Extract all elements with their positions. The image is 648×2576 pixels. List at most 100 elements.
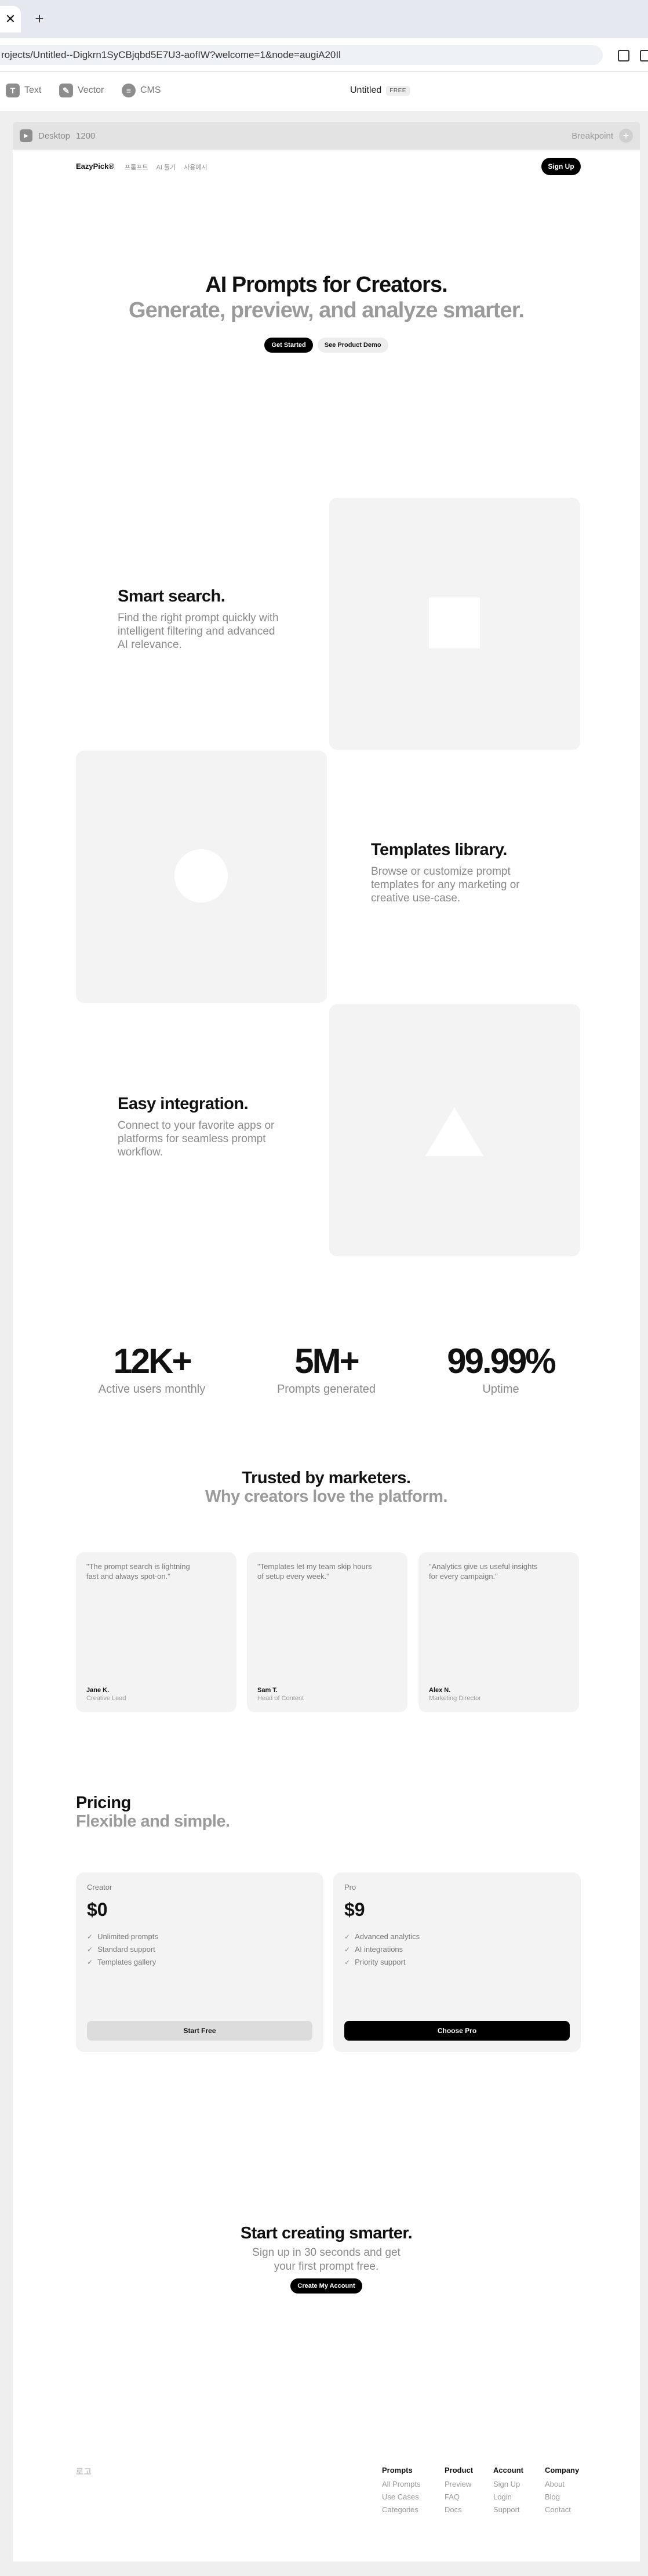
check-icon: ✓: [87, 1945, 93, 1954]
cta-actions: Create My Account: [13, 2278, 640, 2294]
database-icon: ≡: [122, 84, 136, 97]
check-icon: ✓: [344, 1958, 351, 1966]
cms-tool-label: CMS: [140, 85, 161, 95]
pricing-card-pro: Pro $9 ✓ Advanced analytics ✓ AI integrati…: [333, 1872, 581, 2052]
pen-icon: ✎: [59, 84, 73, 97]
check-icon: ✓: [344, 1945, 351, 1954]
testimonial-role: Marketing Director: [429, 1695, 481, 1702]
plan-price: $0: [87, 1899, 108, 1920]
footer-link[interactable]: All Prompts: [382, 2478, 420, 2491]
plan-feature-text: Unlimited prompts: [97, 1932, 158, 1941]
pricing-title: Pricing: [76, 1794, 131, 1812]
create-account-button[interactable]: Create My Account: [290, 2278, 362, 2294]
footer-heading: Account: [493, 2466, 523, 2474]
footer-link[interactable]: Blog: [545, 2491, 579, 2503]
play-preview-icon[interactable]: ▶: [20, 129, 32, 142]
feature-title-templates: Templates library.: [371, 840, 507, 859]
browser-tab-bar: ✕ +: [0, 0, 648, 38]
browser-address-bar: rojects/Untitled--Digkrn1SyCBjqbd5E7U3-a…: [0, 38, 648, 72]
add-breakpoint-button[interactable]: +: [619, 129, 633, 143]
stat-uptime: 99.99% Uptime: [414, 1341, 588, 1396]
design-canvas[interactable]: ▶ Desktop 1200 Breakpoint + EazyPick® 프롬…: [0, 111, 648, 2576]
plan-feature-text: Priority support: [355, 1958, 406, 1966]
pricing-card-creator: Creator $0 ✓ Unlimited prompts ✓ Standard …: [76, 1872, 323, 2052]
cta-description-text: Sign up in 30 seconds and get your first…: [252, 2247, 401, 2273]
frame-header: ▶ Desktop 1200 Breakpoint +: [13, 122, 640, 150]
url-field[interactable]: rojects/Untitled--Digkrn1SyCBjqbd5E7U3-a…: [0, 45, 603, 65]
feature-desc-search: Find the right prompt quickly with intel…: [118, 612, 279, 651]
feature-title-integration: Easy integration.: [118, 1095, 249, 1113]
choose-pro-button[interactable]: Choose Pro: [344, 2021, 570, 2041]
footer-logo[interactable]: 로고: [76, 2466, 92, 2477]
signup-button[interactable]: Sign Up: [541, 158, 581, 175]
footer-link[interactable]: Sign Up: [493, 2478, 523, 2491]
vector-tool[interactable]: ✎ Vector: [59, 84, 104, 97]
footer-link[interactable]: Preview: [445, 2478, 473, 2491]
check-icon: ✓: [87, 1958, 93, 1966]
stat-label: Active users monthly: [98, 1383, 206, 1396]
cta-title: Start creating smarter.: [240, 2224, 413, 2242]
nav-link-prompts[interactable]: 프롬프트: [125, 162, 148, 172]
plan-feature: ✓ Unlimited prompts: [87, 1930, 158, 1943]
footer-column-account: Account Sign Up Login Support: [493, 2466, 523, 2516]
get-started-button[interactable]: Get Started: [264, 338, 313, 353]
text-tool[interactable]: T Text: [6, 84, 41, 97]
product-demo-button[interactable]: See Product Demo: [317, 338, 388, 353]
testimonial-card: "Analytics give us useful insights for e…: [418, 1552, 579, 1712]
feature-desc-integration: Connect to your favorite apps or platfor…: [118, 1119, 275, 1158]
sidepanel-icon[interactable]: [640, 50, 648, 61]
text-tool-icon: T: [6, 84, 20, 97]
breakpoint-label: Breakpoint: [571, 131, 613, 141]
footer-link[interactable]: Support: [493, 2503, 523, 2516]
footer-heading: Prompts: [382, 2466, 413, 2474]
nav-link-examples[interactable]: 사용예시: [184, 162, 207, 172]
footer-heading: Company: [545, 2466, 580, 2474]
frame-label[interactable]: Desktop: [38, 131, 70, 141]
plan-feature: ✓ Templates gallery: [87, 1956, 158, 1969]
footer-column-prompts: Prompts All Prompts Use Cases Categories: [382, 2466, 420, 2516]
footer-link[interactable]: Login: [493, 2491, 523, 2503]
plan-feature-text: Advanced analytics: [355, 1932, 420, 1941]
cms-tool[interactable]: ≡ CMS: [122, 84, 161, 97]
document-name[interactable]: Untitled FREE: [350, 85, 410, 96]
site-nav: 프롬프트 AI 툴기 사용예시: [125, 162, 207, 172]
plan-feature: ✓ Advanced analytics: [344, 1930, 420, 1943]
plan-feature: ✓ AI integrations: [344, 1943, 420, 1956]
start-free-button[interactable]: Start Free: [87, 2021, 312, 2041]
stat-value: 12K+: [113, 1342, 192, 1381]
plan-badge: FREE: [386, 85, 410, 96]
plan-feature-text: Standard support: [97, 1945, 155, 1954]
footer-link[interactable]: Docs: [445, 2503, 473, 2516]
stat-value: 99.99%: [447, 1342, 556, 1381]
hero-subtitle: Generate, preview, and analyze smarter.: [129, 298, 525, 323]
plan-feature: ✓ Standard support: [87, 1943, 158, 1956]
testimonial-quote: "The prompt search is lightning fast and…: [86, 1562, 190, 1581]
plan-feature-text: AI integrations: [355, 1945, 403, 1954]
plan-features: ✓ Advanced analytics ✓ AI integrations ✓ Pr…: [344, 1930, 420, 1969]
footer-link[interactable]: About: [545, 2478, 579, 2491]
close-tab-icon[interactable]: ✕: [0, 6, 21, 32]
footer-link[interactable]: Use Cases: [382, 2491, 420, 2503]
plan-features: ✓ Unlimited prompts ✓ Standard support ✓ Te…: [87, 1930, 158, 1969]
footer-link[interactable]: Contact: [545, 2503, 579, 2516]
footer-link[interactable]: Categories: [382, 2503, 420, 2516]
desktop-frame[interactable]: EazyPick® 프롬프트 AI 툴기 사용예시 Sign Up AI Pro…: [13, 150, 640, 2561]
stat-value: 5M+: [294, 1342, 359, 1381]
footer-column-company: Company About Blog Contact: [545, 2466, 579, 2516]
footer-link[interactable]: FAQ: [445, 2491, 473, 2503]
triangle-shape: [425, 1107, 483, 1156]
feature-image-templates: [76, 751, 327, 1003]
nav-link-ai-tools[interactable]: AI 툴기: [156, 162, 176, 172]
hero-title: AI Prompts for Creators.: [205, 273, 447, 297]
site-logo[interactable]: EazyPick®: [76, 162, 114, 171]
text-tool-label: Text: [24, 85, 42, 95]
plan-feature-text: Templates gallery: [97, 1958, 156, 1966]
pricing-subtitle: Flexible and simple.: [76, 1812, 230, 1831]
hero-actions: Get Started See Product Demo: [13, 338, 640, 353]
calendar-icon[interactable]: [618, 50, 629, 61]
testimonials-title: Trusted by marketers.: [242, 1469, 411, 1487]
check-icon: ✓: [87, 1933, 93, 1941]
testimonial-quote: "Templates let my team skip hours of set…: [257, 1562, 372, 1581]
testimonial-card: "The prompt search is lightning fast and…: [76, 1552, 236, 1712]
new-tab-button[interactable]: +: [29, 8, 50, 29]
